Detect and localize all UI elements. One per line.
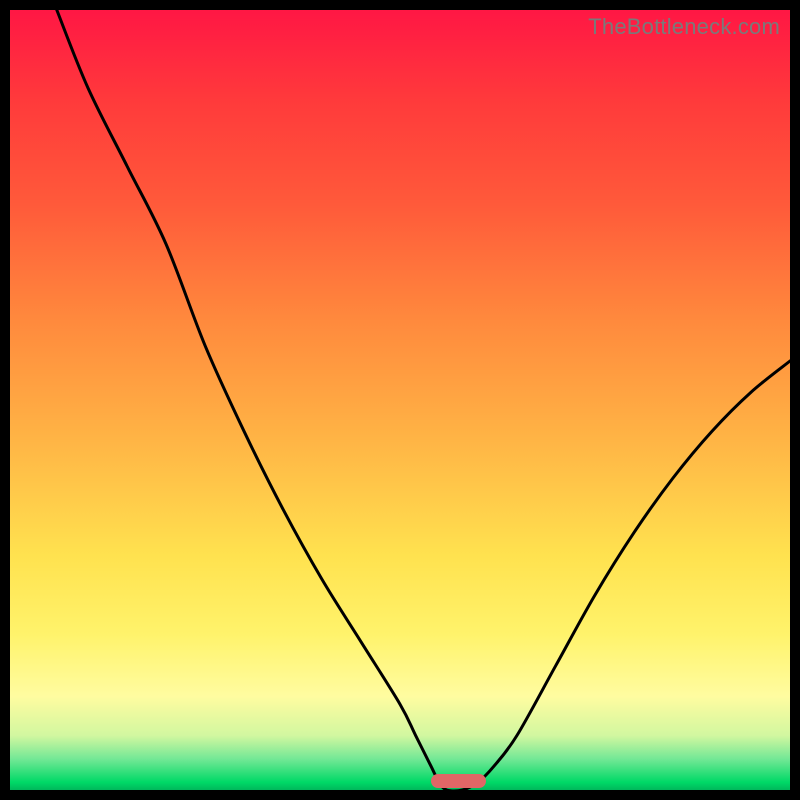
bottleneck-curve [57,10,790,790]
plot-area: TheBottleneck.com [10,10,790,790]
curve-svg [10,10,790,790]
optimal-zone-marker [431,774,486,788]
chart-container: TheBottleneck.com [0,0,800,800]
